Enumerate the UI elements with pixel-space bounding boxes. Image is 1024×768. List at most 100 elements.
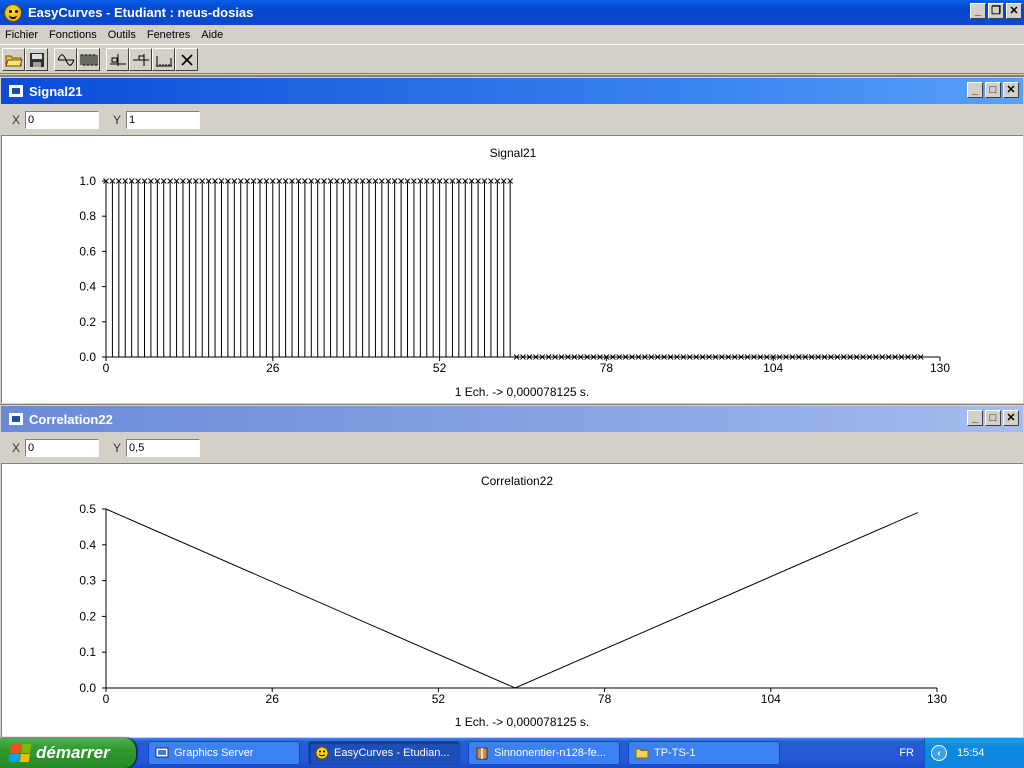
minimize-icon: _ [971, 411, 979, 424]
filter-high-button[interactable] [129, 48, 152, 71]
y-tick-label: 0.3 [79, 574, 96, 588]
pulse-train-icon [80, 54, 97, 65]
task-sinnonentier[interactable]: Sinnonentier-n128-fe... [468, 741, 620, 765]
correlation22-window-controls: _ □ ✕ [967, 410, 1019, 426]
x-tick-label: 0 [103, 692, 110, 706]
smiley-app-icon [315, 746, 329, 760]
spectrum-icon [155, 55, 172, 66]
archive-icon [476, 747, 488, 760]
x-tick-label: 104 [763, 361, 783, 375]
x-tick-label: 104 [761, 692, 781, 706]
minimize-icon: _ [974, 4, 982, 17]
language-indicator[interactable]: FR [899, 747, 914, 759]
y-tick-label: 0.4 [79, 538, 96, 552]
y-tick-label: 0.2 [79, 609, 96, 623]
x-tick-label: 78 [600, 361, 614, 375]
menu-bar: Fichier Fonctions Outils Fenetres Aide [0, 25, 1024, 45]
y-tick-label: 0.2 [79, 315, 96, 329]
x-tick-label: 52 [433, 361, 447, 375]
signal21-plot-area[interactable]: Signal21 1 Ech. -> 0,000078125 s. 0 26 52 7… [1, 136, 1023, 403]
menu-fichier[interactable]: Fichier [0, 29, 44, 41]
menu-fenetres[interactable]: Fenetres [142, 29, 196, 41]
windows-flag-icon [8, 744, 32, 762]
chart-title: Signal21 [490, 146, 537, 160]
maximize-icon: □ [989, 411, 997, 424]
close-icon: ✕ [1009, 4, 1019, 17]
correlation22-y-input[interactable] [126, 438, 201, 457]
open-folder-icon [4, 55, 23, 66]
correlation22-minimize-button[interactable]: _ [967, 410, 983, 426]
pulse-button[interactable] [77, 48, 100, 71]
correlation22-maximize-button[interactable]: □ [985, 410, 1001, 426]
folder-icon [635, 748, 649, 759]
task-graphics-server[interactable]: Graphics Server [148, 741, 300, 765]
signal21-y-input[interactable] [126, 110, 201, 129]
correlation22-title: Correlation22 [29, 411, 113, 427]
app-window-controls: _ ❐ ✕ [970, 3, 1022, 19]
filter-high-icon [132, 53, 149, 66]
y-tick-label: 0.8 [79, 209, 96, 223]
x-coord-label: X [12, 440, 21, 455]
mdi-area: Signal21 _ □ ✕ X Y Signal21 1 Ech. -> 0,… [0, 75, 1024, 738]
smiley-app-icon[interactable] [4, 3, 22, 22]
easycurves-app: EasyCurves - Etudiant : neus-dosias _ ❐ … [0, 0, 1024, 738]
correlation22-close-button[interactable]: ✕ [1003, 410, 1019, 426]
y-tick-label: 0.4 [79, 280, 96, 294]
graphics-server-icon [155, 747, 169, 758]
menu-fonctions[interactable]: Fonctions [44, 29, 103, 41]
restore-button[interactable]: ❐ [988, 3, 1004, 19]
x-axis-label: 1 Ech. -> 0,000078125 s. [455, 385, 589, 399]
correlation22-x-input[interactable] [25, 438, 100, 457]
signal21-title: Signal21 [29, 83, 83, 99]
signal21-chart: Signal21 1 Ech. -> 0,000078125 s. 0 26 52 7… [79, 146, 950, 399]
y-coord-label: Y [113, 440, 122, 455]
open-button[interactable] [2, 48, 25, 71]
x-coord-label: X [12, 112, 21, 127]
start-button[interactable]: démarrer [0, 738, 136, 768]
y-tick-label: 0.1 [79, 645, 96, 659]
chart-window-icon [9, 85, 23, 97]
save-button[interactable] [25, 48, 48, 71]
tray-expand-chevron-icon[interactable]: ‹ [931, 745, 947, 761]
y-tick-label: 0.5 [79, 502, 96, 516]
signal-button[interactable] [54, 48, 77, 71]
close-button[interactable]: ✕ [1006, 3, 1022, 19]
task-easycurves[interactable]: EasyCurves - Etudian... [308, 741, 460, 765]
filter-low-button[interactable] [106, 48, 129, 71]
close-curve-button[interactable] [175, 48, 198, 71]
task-tp-ts-1[interactable]: TP-TS-1 [628, 741, 780, 765]
maximize-icon: □ [989, 83, 997, 96]
signal21-close-button[interactable]: ✕ [1003, 82, 1019, 98]
close-icon: ✕ [1006, 83, 1016, 96]
x-tick-label: 130 [930, 361, 950, 375]
spectrum-button[interactable] [152, 48, 175, 71]
correlation-series-line [105, 508, 919, 689]
toolbar [0, 46, 1024, 74]
app-titlebar[interactable]: EasyCurves - Etudiant : neus-dosias _ ❐ … [0, 0, 1024, 25]
menu-outils[interactable]: Outils [103, 29, 142, 41]
x-tick-label: 0 [103, 361, 110, 375]
x-tick-label: 78 [598, 692, 612, 706]
menu-aide[interactable]: Aide [196, 29, 229, 41]
y-tick-label: 1.0 [79, 174, 96, 188]
signal21-window-controls: _ □ ✕ [967, 82, 1019, 98]
close-x-icon [180, 53, 193, 66]
y-tick-label: 0.0 [79, 350, 96, 364]
correlation22-chart: Correlation22 1 Ech. -> 0,000078125 s. 0… [79, 474, 947, 729]
minimize-button[interactable]: _ [970, 3, 986, 19]
start-label: démarrer [36, 743, 110, 762]
correlation22-window: Correlation22 _ □ ✕ X Y Correlation22 1 … [0, 405, 1024, 738]
chart-title: Correlation22 [481, 474, 553, 488]
signal21-titlebar[interactable]: Signal21 _ □ ✕ [1, 78, 1023, 104]
clock: 15:54 [957, 747, 985, 759]
x-tick-label: 52 [432, 692, 446, 706]
y-tick-label: 0.6 [79, 244, 96, 258]
signal21-x-input[interactable] [25, 110, 100, 129]
save-disk-icon [29, 52, 44, 67]
x-tick-label: 26 [266, 692, 280, 706]
correlation22-titlebar[interactable]: Correlation22 _ □ ✕ [1, 406, 1023, 432]
filter-low-icon [109, 53, 126, 66]
signal21-maximize-button[interactable]: □ [985, 82, 1001, 98]
correlation22-plot-area[interactable]: Correlation22 1 Ech. -> 0,000078125 s. 0… [1, 464, 1023, 737]
signal21-minimize-button[interactable]: _ [967, 82, 983, 98]
